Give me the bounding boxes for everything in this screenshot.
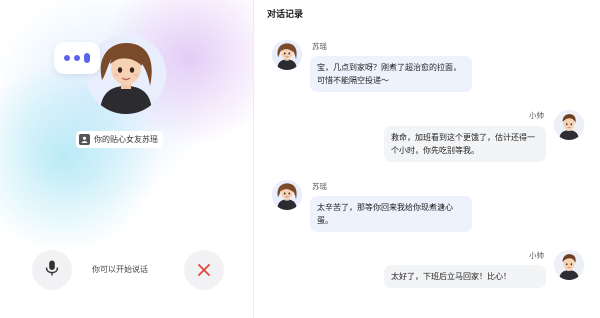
voice-call-panel: 你的贴心女友苏瑶 你可以开始说话 (0, 0, 253, 318)
chat-history-title: 对话记录 (267, 10, 304, 20)
companion-tag-label: 你的贴心女友苏瑶 (94, 135, 158, 144)
close-icon (198, 261, 210, 280)
speak-hint: 你可以开始说话 (92, 265, 148, 274)
companion-avatar-small (272, 180, 302, 210)
message-bubble: 太好了，下班后立马回家！比心！ (384, 265, 546, 288)
voice-chat-window: 你的贴心女友苏瑶 你可以开始说话 对话记录 苏瑶 宝，几点到家呀？刚煮了超治愈的… (0, 0, 600, 318)
message-bubble: 宝，几点到家呀？刚煮了超治愈的拉面，可惜不能隔空投递～ (310, 56, 472, 92)
message-bubble: 太辛苦了，那等你回来我给你现煮溏心蛋。 (310, 196, 472, 232)
message-sender: 苏瑶 (312, 182, 327, 191)
voice-wave-icon (54, 42, 100, 74)
companion-name-tag: 你的贴心女友苏瑶 (76, 131, 163, 148)
user-avatar-small (554, 110, 584, 140)
companion-avatar-small (272, 40, 302, 70)
microphone-button[interactable] (32, 250, 72, 290)
message-sender: 小帅 (529, 251, 544, 260)
microphone-icon (45, 260, 59, 280)
person-icon (79, 134, 90, 145)
hang-up-button[interactable] (184, 250, 224, 290)
user-avatar-small (554, 250, 584, 280)
chat-history-panel: 对话记录 苏瑶 宝，几点到家呀？刚煮了超治愈的拉面，可惜不能隔空投递～ 小帅 救… (254, 0, 600, 318)
message-bubble: 救命，加班看到这个更饿了，估计还得一个小时，你先吃别等我。 (384, 126, 546, 162)
message-sender: 小帅 (529, 111, 544, 120)
message-sender: 苏瑶 (312, 42, 327, 51)
